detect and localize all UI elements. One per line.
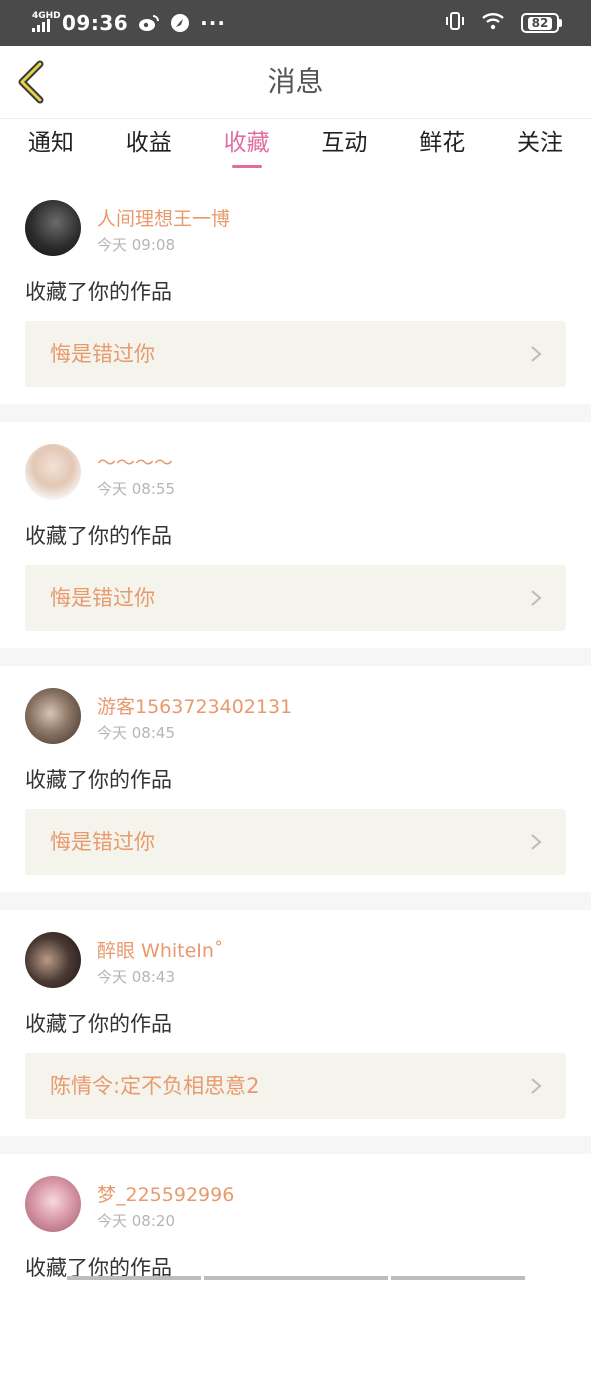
username[interactable]: 游客1563723402131	[97, 692, 292, 719]
avatar[interactable]	[25, 200, 81, 256]
list-item: 游客1563723402131 今天 08:45 收藏了你的作品 悔是错过你	[0, 666, 591, 892]
list-item: 梦_225592996 今天 08:20 收藏了你的作品	[0, 1154, 591, 1380]
tab-notice[interactable]: 通知	[2, 118, 100, 172]
cellular-signal-icon: 4GHD	[30, 12, 56, 34]
username[interactable]: ～～～～	[97, 448, 173, 475]
action-text: 收藏了你的作品	[25, 520, 172, 550]
divider	[0, 648, 591, 666]
status-time: 09:36	[62, 11, 128, 35]
tab-follow[interactable]: 关注	[491, 118, 589, 172]
action-text: 收藏了你的作品	[25, 764, 172, 794]
chevron-right-icon	[530, 833, 542, 851]
work-title: 陈情令:定不负相思意2	[50, 1053, 259, 1119]
notification-list: 人间理想王一博 今天 09:08 收藏了你的作品 悔是错过你 ～～～～ 今天 0…	[0, 178, 591, 1380]
work-card[interactable]: 悔是错过你	[25, 321, 566, 387]
compass-icon	[170, 13, 190, 33]
tab-bar: 通知 收益 收藏 互动 鲜花 关注	[0, 118, 591, 172]
vibrate-icon	[445, 11, 465, 35]
chevron-right-icon	[530, 345, 542, 363]
divider	[0, 892, 591, 910]
scroll-indicator	[0, 1276, 591, 1280]
avatar[interactable]	[25, 1176, 81, 1232]
tab-favorites[interactable]: 收藏	[198, 118, 296, 172]
work-title: 悔是错过你	[50, 809, 155, 875]
work-title: 悔是错过你	[50, 321, 155, 387]
avatar[interactable]	[25, 688, 81, 744]
timestamp: 今天 08:20	[97, 1210, 175, 1231]
navigation-bar: 消息	[0, 46, 591, 119]
timestamp: 今天 08:45	[97, 722, 175, 743]
chevron-right-icon	[530, 589, 542, 607]
list-item: 醉眼 WhiteIn˚ 今天 08:43 收藏了你的作品 陈情令:定不负相思意2	[0, 910, 591, 1136]
list-item: ～～～～ 今天 08:55 收藏了你的作品 悔是错过你	[0, 422, 591, 648]
tab-earnings[interactable]: 收益	[100, 118, 198, 172]
divider	[0, 1136, 591, 1154]
chevron-right-icon	[530, 1077, 542, 1095]
page-title: 消息	[0, 46, 591, 118]
weibo-icon	[138, 14, 160, 32]
work-card[interactable]: 悔是错过你	[25, 565, 566, 631]
wifi-icon	[481, 12, 505, 34]
tab-flowers[interactable]: 鲜花	[393, 118, 491, 172]
battery-level: 82	[528, 17, 553, 30]
work-card[interactable]: 陈情令:定不负相思意2	[25, 1053, 566, 1119]
username[interactable]: 梦_225592996	[97, 1180, 234, 1207]
avatar[interactable]	[25, 444, 81, 500]
work-card[interactable]: 悔是错过你	[25, 809, 566, 875]
tab-interaction[interactable]: 互动	[295, 118, 393, 172]
battery-icon: 82	[521, 13, 559, 33]
action-text: 收藏了你的作品	[25, 276, 172, 306]
divider	[0, 404, 591, 422]
work-title: 悔是错过你	[50, 565, 155, 631]
list-item: 人间理想王一博 今天 09:08 收藏了你的作品 悔是错过你	[0, 178, 591, 404]
username[interactable]: 人间理想王一博	[97, 204, 230, 231]
username[interactable]: 醉眼 WhiteIn˚	[97, 936, 223, 963]
action-text: 收藏了你的作品	[25, 1008, 172, 1038]
more-dots-icon: ···	[200, 11, 226, 35]
timestamp: 今天 08:55	[97, 478, 175, 499]
avatar[interactable]	[25, 932, 81, 988]
timestamp: 今天 09:08	[97, 234, 175, 255]
status-bar: 4GHD 09:36 ··· 82	[0, 0, 591, 46]
timestamp: 今天 08:43	[97, 966, 175, 987]
